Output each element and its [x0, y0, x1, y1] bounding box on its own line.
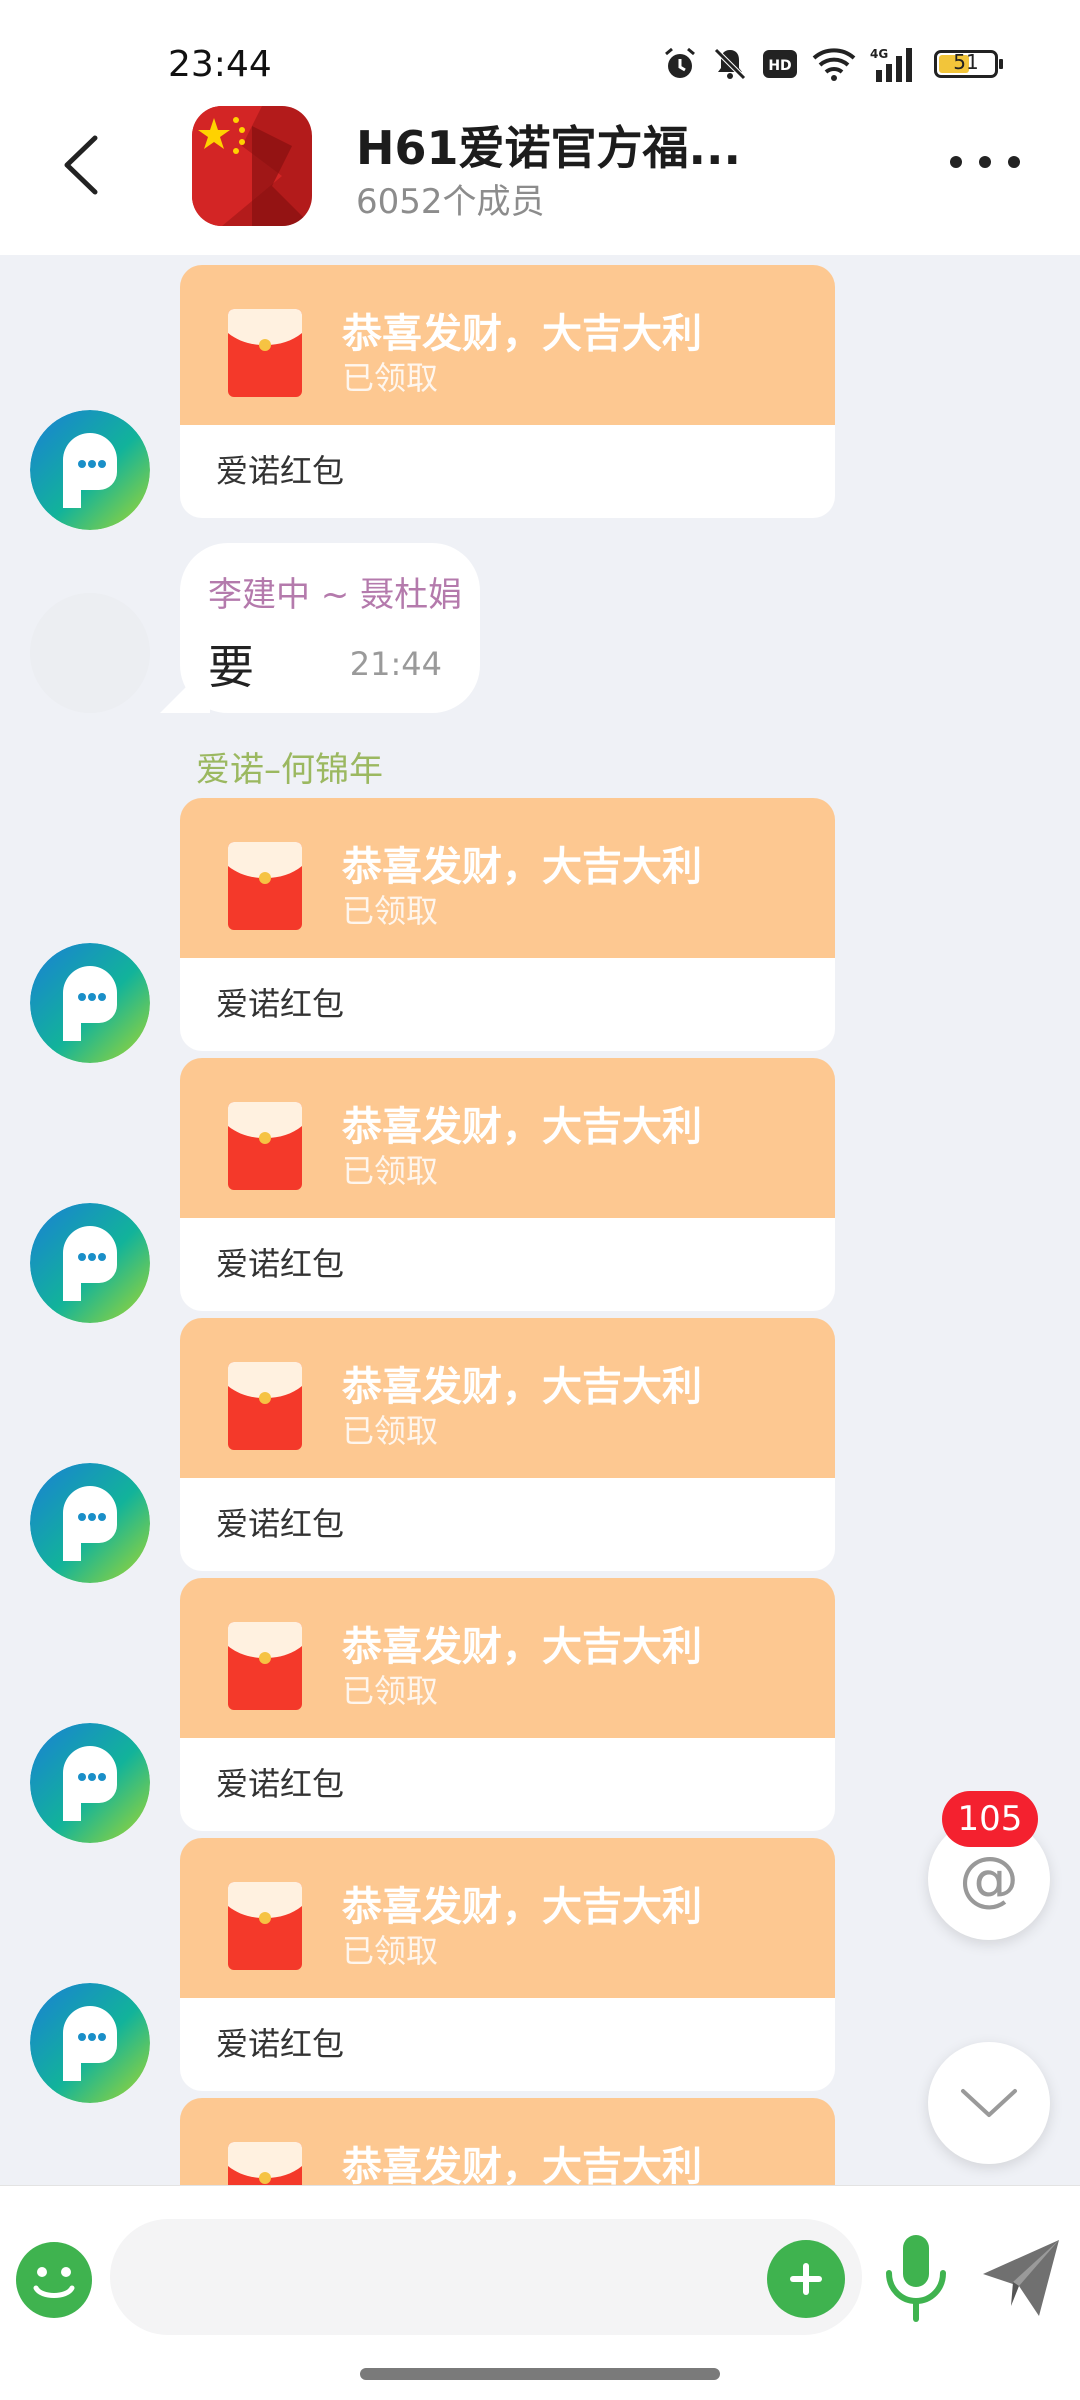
clock: 23:44 — [168, 44, 272, 85]
red-packet-card[interactable]: 恭喜发财，大吉大利 已领取 爱诺红包 — [180, 798, 835, 1051]
red-envelope-icon — [228, 1622, 302, 1710]
group-title: H61爱诺官方福... — [356, 121, 741, 175]
aino-logo-icon — [30, 1983, 150, 2103]
home-indicator[interactable] — [360, 2368, 720, 2380]
red-envelope-icon — [228, 309, 302, 397]
dot-icon — [979, 156, 991, 168]
text-bubble[interactable]: 李建中 ~ 聂杜娟 要 21:44 — [180, 543, 480, 713]
red-packet-status: 已领取 — [342, 892, 439, 930]
red-packet-status: 已领取 — [342, 359, 439, 397]
red-packet-card[interactable]: 恭喜发财，大吉大利 已领取 爱诺红包 — [180, 1318, 835, 1571]
hd-icon: HD — [763, 50, 797, 78]
flag-image — [192, 106, 312, 226]
red-envelope-icon — [228, 2142, 302, 2185]
red-packet-title: 恭喜发财，大吉大利 — [342, 1624, 702, 1670]
red-envelope-icon — [228, 1102, 302, 1190]
chevron-left-icon — [64, 135, 98, 195]
red-packet-footer: 爱诺红包 — [180, 1738, 835, 1831]
red-envelope-icon — [228, 1882, 302, 1970]
red-packet-title: 恭喜发财，大吉大利 — [342, 1884, 702, 1930]
svg-text:4G: 4G — [870, 47, 888, 61]
aino-logo-icon — [30, 410, 150, 530]
more-options-button[interactable] — [950, 142, 1020, 182]
sender-name: 爱诺–何锦年 — [196, 750, 383, 790]
scroll-down-button[interactable] — [928, 2042, 1050, 2164]
sender-avatar[interactable] — [30, 1463, 150, 1583]
red-packet-title: 恭喜发财，大吉大利 — [342, 2144, 702, 2185]
status-bar: 23:44 HD 4G 51 — [0, 0, 1080, 100]
paper-plane-icon — [983, 2240, 1059, 2316]
sender-avatar[interactable] — [30, 593, 150, 713]
back-button[interactable] — [55, 130, 115, 200]
send-button[interactable] — [975, 2234, 1065, 2324]
microphone-icon — [886, 2235, 946, 2322]
message-input[interactable] — [110, 2219, 862, 2335]
sender-avatar[interactable] — [30, 1203, 150, 1323]
red-packet-status: 已领取 — [342, 1672, 439, 1710]
dot-icon — [1008, 156, 1020, 168]
red-envelope-icon — [228, 1362, 302, 1450]
aino-logo-icon — [30, 1723, 150, 1843]
sender-avatar[interactable] — [30, 1983, 150, 2103]
aino-logo-icon — [30, 1203, 150, 1323]
sender-name: 李建中 ~ 聂杜娟 — [208, 575, 463, 615]
red-packet-card[interactable]: 恭喜发财，大吉大利 已领取 爱诺红包 — [180, 1838, 835, 2091]
smiley-icon — [16, 2242, 92, 2318]
red-envelope-icon — [228, 842, 302, 930]
message-text: 要 — [208, 640, 254, 694]
red-packet-title: 恭喜发财，大吉大利 — [342, 844, 702, 890]
red-packet-status: 已领取 — [342, 1932, 439, 1970]
add-attachment-button[interactable] — [767, 2240, 845, 2318]
aino-logo-icon — [30, 1463, 150, 1583]
voice-button[interactable] — [883, 2233, 949, 2323]
svg-text:HD: HD — [768, 58, 791, 74]
red-packet-card[interactable]: 恭喜发财，大吉大利 已领取 爱诺红包 — [180, 1058, 835, 1311]
signal-icon: 4G — [870, 47, 912, 82]
red-packet-title: 恭喜发财，大吉大利 — [342, 1104, 702, 1150]
aino-logo-icon — [30, 943, 150, 1063]
chat-header: H61爱诺官方福... 6052个成员 — [0, 100, 1080, 255]
red-packet-status: 已领取 — [342, 1152, 439, 1190]
red-packet-status: 已领取 — [342, 1412, 439, 1450]
sender-avatar[interactable] — [30, 410, 150, 530]
at-icon: @ — [959, 1844, 1019, 1914]
chevron-down-icon — [961, 2089, 1017, 2117]
member-count: 6052个成员 — [356, 182, 545, 222]
red-packet-title: 恭喜发财，大吉大利 — [342, 1364, 702, 1410]
group-avatar[interactable] — [192, 106, 312, 226]
sender-avatar[interactable] — [30, 943, 150, 1063]
red-packet-card[interactable]: 恭喜发财，大吉大利 已领取 爱诺红包 — [180, 1578, 835, 1831]
mention-count-badge: 105 — [942, 1791, 1038, 1847]
red-packet-footer: 爱诺红包 — [180, 1998, 835, 2091]
wifi-icon — [812, 48, 856, 81]
alarm-icon — [665, 47, 695, 78]
message-time: 21:44 — [349, 645, 442, 683]
red-packet-card[interactable]: 恭喜发财，大吉大利 — [180, 2098, 835, 2185]
red-packet-footer: 爱诺红包 — [180, 1218, 835, 1311]
battery-icon: 51 — [934, 50, 1003, 78]
sender-avatar[interactable] — [30, 1723, 150, 1843]
red-packet-title: 恭喜发财，大吉大利 — [342, 311, 702, 357]
red-packet-footer: 爱诺红包 — [180, 1478, 835, 1571]
status-icons: HD 4G 51 — [662, 44, 1003, 84]
red-packet-footer: 爱诺红包 — [180, 425, 835, 518]
emoji-button[interactable] — [14, 2240, 94, 2320]
chat-messages[interactable]: 恭喜发财，大吉大利 已领取 爱诺红包 李建中 ~ 聂杜娟 要 21:44 爱诺–… — [0, 255, 1080, 2185]
dot-icon — [950, 156, 962, 168]
red-packet-card[interactable]: 恭喜发财，大吉大利 已领取 爱诺红包 — [180, 265, 835, 518]
red-packet-footer: 爱诺红包 — [180, 958, 835, 1051]
mute-icon — [714, 48, 746, 80]
